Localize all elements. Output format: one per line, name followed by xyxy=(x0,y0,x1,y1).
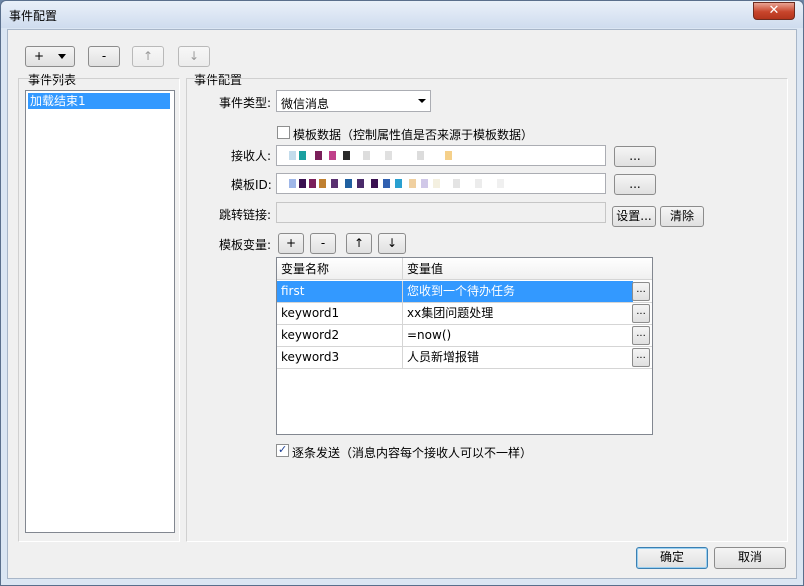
recipient-browse-button[interactable]: ... xyxy=(614,146,656,167)
ok-button[interactable]: 确定 xyxy=(636,547,708,569)
add-variable-button[interactable]: + xyxy=(278,233,304,254)
obscured-pixel xyxy=(475,179,482,188)
obscured-pixel xyxy=(289,151,296,160)
move-up-button[interactable]: ↑ xyxy=(132,46,164,67)
obscured-pixel xyxy=(433,179,440,188)
add-event-button[interactable]: + xyxy=(25,46,75,67)
cancel-button[interactable]: 取消 xyxy=(714,547,786,569)
column-header-value[interactable]: 变量值 xyxy=(403,258,652,280)
settings-button[interactable]: 设置... xyxy=(612,206,656,227)
close-button[interactable]: ✕ xyxy=(753,2,795,20)
variable-value-cell[interactable]: =now() xyxy=(403,325,633,346)
variable-down-button[interactable]: ↓ xyxy=(378,233,406,254)
variable-value-cell[interactable]: 人员新增报错 xyxy=(403,347,633,368)
event-type-select[interactable]: 微信消息 xyxy=(276,90,431,112)
dropdown-arrow-icon xyxy=(57,54,66,59)
cell-browse-button[interactable]: ... xyxy=(632,326,650,345)
obscured-pixel xyxy=(417,151,424,160)
obscured-pixel xyxy=(345,179,352,188)
obscured-pixel xyxy=(299,179,306,188)
obscured-pixel xyxy=(331,179,338,188)
variable-value-cell[interactable]: xx集团问题处理 xyxy=(403,303,633,324)
column-header-name[interactable]: 变量名称 xyxy=(277,258,403,280)
variable-name-cell[interactable]: keyword3 xyxy=(277,347,403,368)
variable-name-cell[interactable]: keyword1 xyxy=(277,303,403,324)
obscured-pixel xyxy=(357,179,364,188)
cell-browse-button[interactable]: ... xyxy=(632,348,650,367)
remove-variable-button[interactable]: - xyxy=(310,233,336,254)
remove-event-button[interactable]: - xyxy=(88,46,120,67)
variable-name-cell[interactable]: keyword2 xyxy=(277,325,403,346)
template-id-browse-button[interactable]: ... xyxy=(614,174,656,195)
template-id-label: 模板ID: xyxy=(231,178,272,192)
jump-link-label: 跳转链接: xyxy=(219,208,272,222)
template-vars-label: 模板变量: xyxy=(219,238,272,252)
close-x-icon: ✕ xyxy=(768,3,780,18)
variable-value-cell[interactable]: 您收到一个待办任务 xyxy=(403,281,633,302)
obscured-pixel xyxy=(409,179,416,188)
obscured-pixel xyxy=(319,179,326,188)
obscured-pixel xyxy=(445,151,452,160)
recipient-field[interactable] xyxy=(276,145,606,166)
obscured-pixel xyxy=(453,179,460,188)
obscured-pixel xyxy=(289,179,296,188)
obscured-pixel xyxy=(421,179,428,188)
chevron-down-icon xyxy=(418,99,426,103)
event-listbox[interactable]: 加载结束1 xyxy=(25,90,175,533)
obscured-pixel xyxy=(315,151,322,160)
grid-header: 变量名称 变量值 xyxy=(277,258,652,280)
event-list-item[interactable]: 加载结束1 xyxy=(28,93,170,109)
variable-up-button[interactable]: ↑ xyxy=(346,233,372,254)
cell-browse-button[interactable]: ... xyxy=(632,282,650,301)
send-one-by-one-label: 逐条发送（消息内容每个接收人可以不一样） xyxy=(292,446,533,460)
title-bar[interactable]: 事件配置 ✕ xyxy=(1,1,803,28)
template-data-checkbox[interactable] xyxy=(277,126,290,139)
template-data-label: 模板数据（控制属性值是否来源于模板数据） xyxy=(293,128,534,142)
obscured-pixel xyxy=(329,151,336,160)
table-row[interactable]: keyword1 xx集团问题处理 ... xyxy=(277,303,652,325)
dialog-window: 事件配置 ✕ + - ↑ ↓ 事件列表 加载结束1 事件配置 事件类型: 微信消… xyxy=(0,0,804,586)
obscured-pixel xyxy=(343,151,350,160)
event-type-label: 事件类型: xyxy=(219,96,272,110)
cell-browse-button[interactable]: ... xyxy=(632,304,650,323)
obscured-pixel xyxy=(309,179,316,188)
template-variables-grid[interactable]: 变量名称 变量值 first 您收到一个待办任务 ... keyword1 xx… xyxy=(276,257,653,435)
obscured-pixel xyxy=(395,179,402,188)
obscured-pixel xyxy=(371,179,378,188)
jump-link-field[interactable] xyxy=(276,202,606,223)
table-row[interactable]: first 您收到一个待办任务 ... xyxy=(277,281,652,303)
obscured-pixel xyxy=(299,151,306,160)
table-row[interactable]: keyword2 =now() ... xyxy=(277,325,652,347)
table-row[interactable]: keyword3 人员新增报错 ... xyxy=(277,347,652,369)
obscured-pixel xyxy=(363,151,370,160)
obscured-pixel xyxy=(497,179,504,188)
event-type-value: 微信消息 xyxy=(281,97,330,111)
add-event-label: + xyxy=(34,49,45,63)
send-one-by-one-checkbox[interactable] xyxy=(276,443,289,457)
clear-button[interactable]: 清除 xyxy=(660,206,704,227)
obscured-pixel xyxy=(385,151,392,160)
window-title: 事件配置 xyxy=(9,9,58,23)
template-id-field[interactable] xyxy=(276,173,606,194)
recipient-label: 接收人: xyxy=(231,149,272,163)
obscured-pixel xyxy=(383,179,390,188)
variable-name-cell[interactable]: first xyxy=(277,281,403,302)
move-down-button[interactable]: ↓ xyxy=(178,46,210,67)
